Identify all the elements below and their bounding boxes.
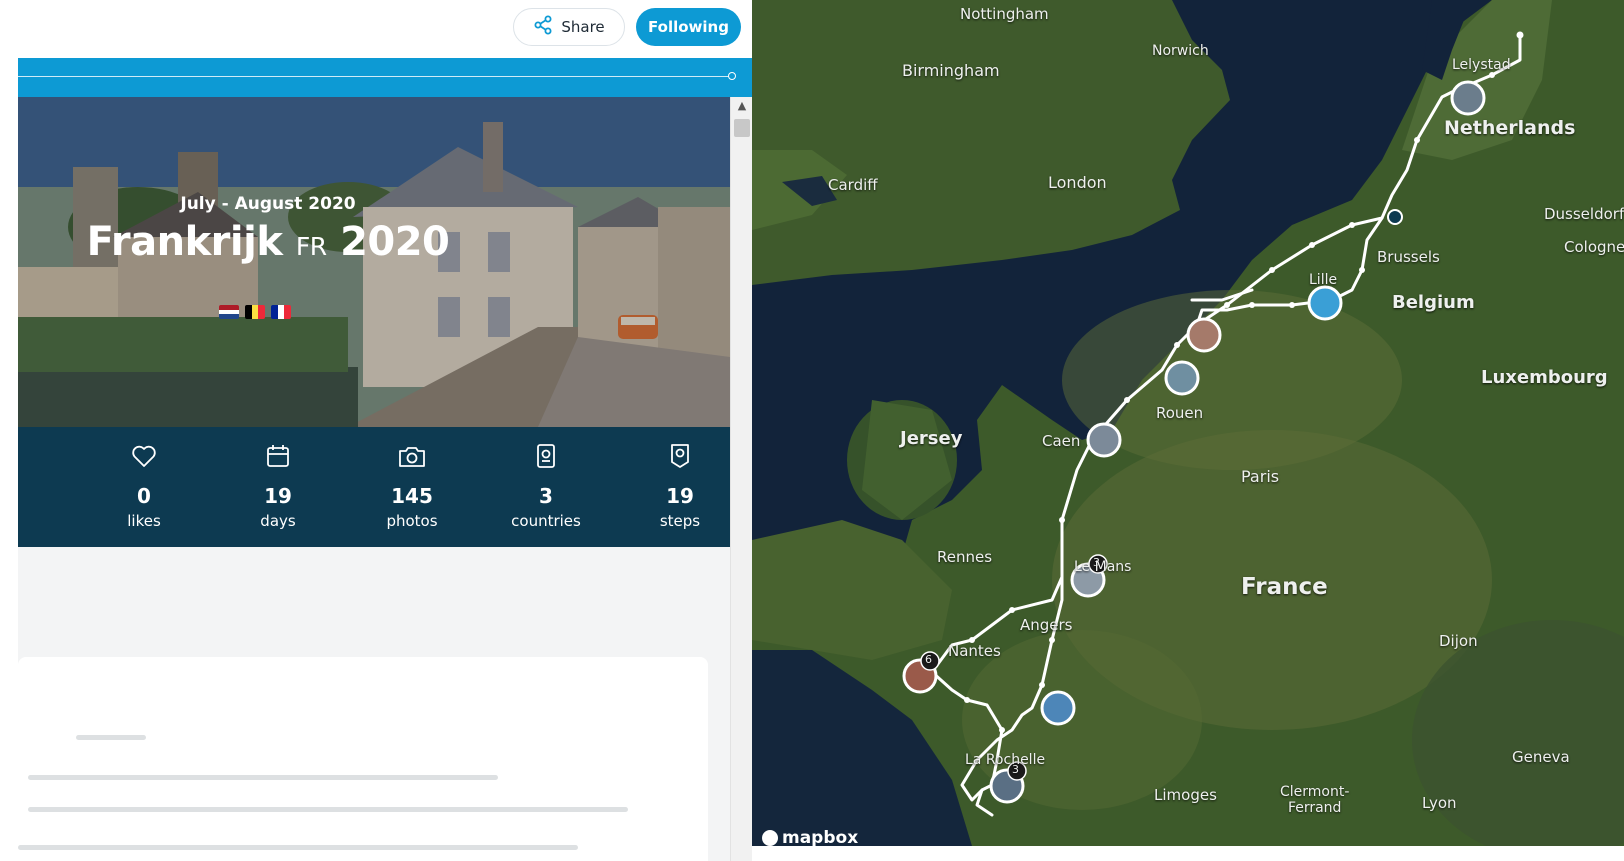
scroll-up-arrow-icon[interactable]: ▲ xyxy=(731,97,752,115)
share-icon xyxy=(533,15,553,39)
stat-value: 19 xyxy=(264,484,292,508)
trip-title-text: Frankrijk xyxy=(86,219,283,265)
progress-track xyxy=(18,76,732,77)
map-label: France xyxy=(1241,574,1328,600)
map-label: Clermont- Ferrand xyxy=(1280,784,1350,816)
progress-end-marker xyxy=(728,72,736,80)
trip-progress-bar xyxy=(18,58,752,97)
camera-icon xyxy=(362,442,462,472)
loading-placeholder xyxy=(28,775,498,780)
cluster-count[interactable]: 6 xyxy=(925,653,932,666)
map-label: Jersey xyxy=(900,428,963,449)
mapbox-label: mapbox xyxy=(782,828,859,846)
current-location-marker xyxy=(1387,209,1403,225)
trip-stats: 0 likes 19 days 145 photos 3 countries 1… xyxy=(18,427,730,547)
map-label: London xyxy=(1048,173,1107,192)
map-label: Netherlands xyxy=(1444,117,1576,139)
trip-map[interactable]: 3 6 3 Nottingham Norwich Birmingham Lely… xyxy=(752,0,1624,846)
stat-days: 19 days xyxy=(228,442,328,530)
map-pin-icon xyxy=(630,442,730,472)
trip-title: Frankrijk FR 2020 xyxy=(18,219,518,265)
map-label: La Rochelle xyxy=(965,752,1046,768)
stat-label: countries xyxy=(511,512,581,530)
country-flags xyxy=(219,305,291,319)
map-label: Norwich xyxy=(1152,43,1209,59)
calendar-icon xyxy=(228,442,328,472)
stat-countries: 3 countries xyxy=(496,442,596,530)
scrollbar[interactable]: ▲ xyxy=(730,97,752,861)
heart-icon xyxy=(94,442,194,472)
flag-belgium-icon xyxy=(245,305,265,319)
mapbox-logo[interactable]: mapbox xyxy=(762,828,858,846)
trip-date-range: July - August 2020 xyxy=(180,194,356,214)
stat-value: 0 xyxy=(137,484,151,508)
map-label: Nottingham xyxy=(960,5,1049,23)
map-label: Lyon xyxy=(1422,794,1457,812)
map-label: Dijon xyxy=(1439,632,1478,650)
map-label: Luxembourg xyxy=(1481,367,1608,388)
mapbox-icon xyxy=(762,830,778,846)
stat-label: steps xyxy=(659,512,701,530)
map-label: Belgium xyxy=(1392,292,1475,313)
map-label: Le Mans xyxy=(1074,559,1132,575)
trip-country-code: FR xyxy=(295,232,327,261)
map-label: Brussels xyxy=(1377,248,1440,266)
map-label: Rouen xyxy=(1156,404,1204,422)
top-bar: Share Following xyxy=(0,0,752,58)
share-button[interactable]: Share xyxy=(513,8,625,46)
trip-panel: Share Following July - August 2020 Frank… xyxy=(0,0,752,861)
loading-placeholder xyxy=(28,807,628,812)
stat-label: photos xyxy=(386,512,438,530)
passport-icon xyxy=(496,442,596,472)
map-label: Angers xyxy=(1020,616,1073,634)
flag-netherlands-icon xyxy=(219,305,239,319)
map-label: Cologne xyxy=(1564,238,1624,256)
map-label: Dusseldorf xyxy=(1544,205,1624,223)
map-label: Nantes xyxy=(948,642,1001,660)
stat-label: days xyxy=(260,512,296,530)
map-label: Limoges xyxy=(1154,786,1217,804)
loading-placeholder xyxy=(18,845,578,850)
following-button[interactable]: Following xyxy=(636,8,741,46)
trip-feed xyxy=(18,547,730,861)
trip-year: 2020 xyxy=(340,219,450,265)
flag-france-icon xyxy=(271,305,291,319)
map-label: Rennes xyxy=(937,548,993,566)
share-label: Share xyxy=(561,18,605,36)
stat-value: 145 xyxy=(391,484,433,508)
map-label: Lelystad xyxy=(1452,57,1511,73)
stat-label: likes xyxy=(127,512,161,530)
stat-likes[interactable]: 0 likes xyxy=(94,442,194,530)
stat-photos: 145 photos xyxy=(362,442,462,530)
scroll-thumb[interactable] xyxy=(734,119,750,137)
trip-cover: July - August 2020 Frankrijk FR 2020 xyxy=(18,97,730,427)
stat-steps: 19 steps xyxy=(630,442,730,530)
stat-value: 19 xyxy=(666,484,694,508)
map-label: Geneva xyxy=(1512,748,1570,766)
map-label: Lille xyxy=(1309,272,1338,288)
stat-value: 3 xyxy=(539,484,553,508)
map-label: Cardiff xyxy=(828,176,878,194)
map-label: Birmingham xyxy=(902,61,1000,80)
loading-placeholder xyxy=(76,735,146,740)
step-card[interactable] xyxy=(18,657,708,861)
map-label: Caen xyxy=(1042,432,1081,450)
map-label: Paris xyxy=(1241,467,1280,486)
